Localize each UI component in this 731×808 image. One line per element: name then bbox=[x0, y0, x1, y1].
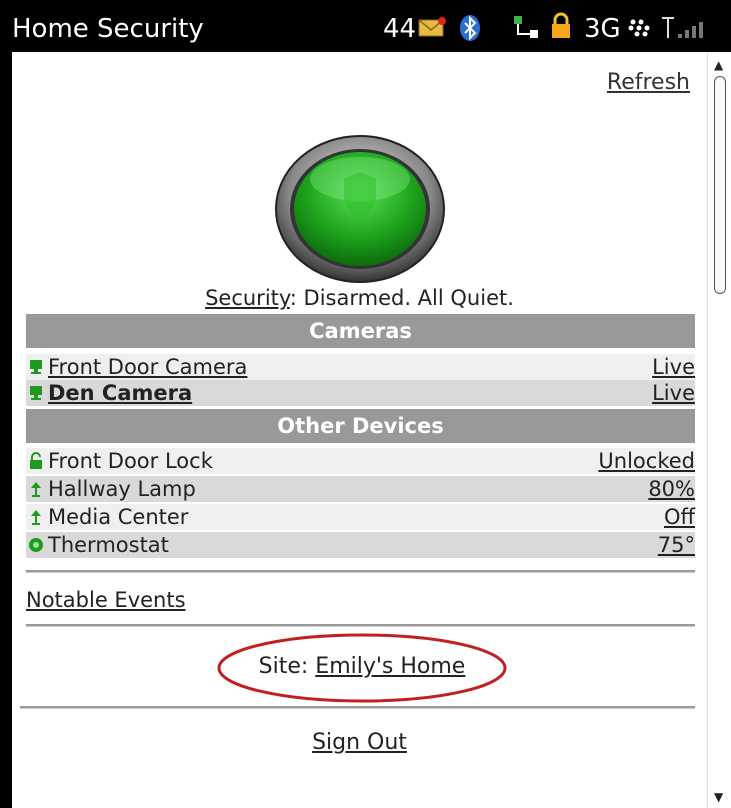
signal-strength-icon bbox=[662, 17, 703, 38]
device-row-hallway-lamp[interactable]: Hallway Lamp 80% bbox=[26, 476, 695, 502]
device-value-link[interactable]: Unlocked bbox=[598, 448, 695, 474]
scrollbar-thumb[interactable] bbox=[714, 76, 726, 294]
divider bbox=[26, 570, 695, 573]
camera-name[interactable]: Den Camera bbox=[48, 380, 192, 406]
data-transfer-icon bbox=[514, 16, 538, 38]
camera-row-den[interactable]: Den Camera Live bbox=[26, 380, 695, 406]
divider bbox=[26, 624, 695, 627]
security-label[interactable]: Security bbox=[205, 286, 290, 310]
shield-icon bbox=[344, 172, 376, 218]
device-row-thermostat[interactable]: Thermostat 75° bbox=[26, 532, 695, 558]
refresh-link[interactable]: Refresh bbox=[607, 70, 690, 95]
camera-name[interactable]: Front Door Camera bbox=[48, 354, 247, 380]
lamp-icon bbox=[31, 482, 41, 497]
site-label: Site: bbox=[258, 654, 316, 679]
cameras-heading: Cameras bbox=[26, 314, 695, 348]
site-name-link[interactable]: Emily's Home bbox=[315, 654, 465, 679]
thermostat-icon bbox=[29, 538, 43, 552]
device-value-link[interactable]: Off bbox=[664, 504, 695, 530]
status-bar: Home Security 44 3G bbox=[0, 0, 731, 52]
site-selector[interactable]: Site: Emily's Home bbox=[216, 632, 508, 704]
divider bbox=[20, 706, 695, 709]
notification-count: 44 bbox=[383, 14, 417, 44]
camera-row-front-door[interactable]: Front Door Camera Live bbox=[26, 354, 695, 380]
mail-icon bbox=[418, 17, 446, 37]
network-type: 3G bbox=[584, 14, 621, 44]
lock-icon bbox=[552, 12, 570, 38]
device-name: Media Center bbox=[48, 505, 189, 529]
camera-icon bbox=[30, 386, 42, 400]
devices-heading: Other Devices bbox=[26, 409, 695, 443]
scrollbar[interactable]: ▲ ▼ bbox=[707, 52, 731, 808]
site-line: Site: Emily's Home bbox=[216, 654, 508, 679]
device-name: Thermostat bbox=[48, 533, 169, 557]
security-status: Security: Disarmed. All Quiet. bbox=[12, 286, 707, 310]
device-name: Front Door Lock bbox=[48, 449, 213, 473]
scroll-down-arrow-icon[interactable]: ▼ bbox=[714, 790, 723, 804]
camera-live-link[interactable]: Live bbox=[652, 354, 695, 380]
scroll-up-arrow-icon[interactable]: ▲ bbox=[714, 58, 723, 72]
device-name: Hallway Lamp bbox=[48, 477, 196, 501]
device-value-link[interactable]: 75° bbox=[658, 532, 695, 558]
lamp-icon bbox=[31, 510, 41, 525]
blackberry-icon bbox=[628, 19, 650, 37]
device-value-link[interactable]: 80% bbox=[648, 476, 695, 502]
device-row-media-center[interactable]: Media Center Off bbox=[26, 504, 695, 530]
app-title: Home Security bbox=[12, 14, 204, 44]
camera-icon bbox=[30, 360, 42, 374]
device-row-front-door-lock[interactable]: Front Door Lock Unlocked bbox=[26, 448, 695, 474]
security-status-text: : Disarmed. All Quiet. bbox=[289, 286, 514, 310]
main-content: Refresh Security: Disarmed. All Quiet. C… bbox=[12, 52, 707, 808]
device-screen: Home Security 44 3G Refresh Security: Di… bbox=[0, 0, 731, 808]
sign-out-link[interactable]: Sign Out bbox=[312, 730, 407, 755]
sign-out: Sign Out bbox=[12, 730, 707, 755]
unlock-icon bbox=[30, 452, 42, 469]
camera-live-link[interactable]: Live bbox=[652, 380, 695, 406]
bluetooth-icon bbox=[460, 15, 480, 41]
notable-events-link[interactable]: Notable Events bbox=[26, 588, 186, 612]
